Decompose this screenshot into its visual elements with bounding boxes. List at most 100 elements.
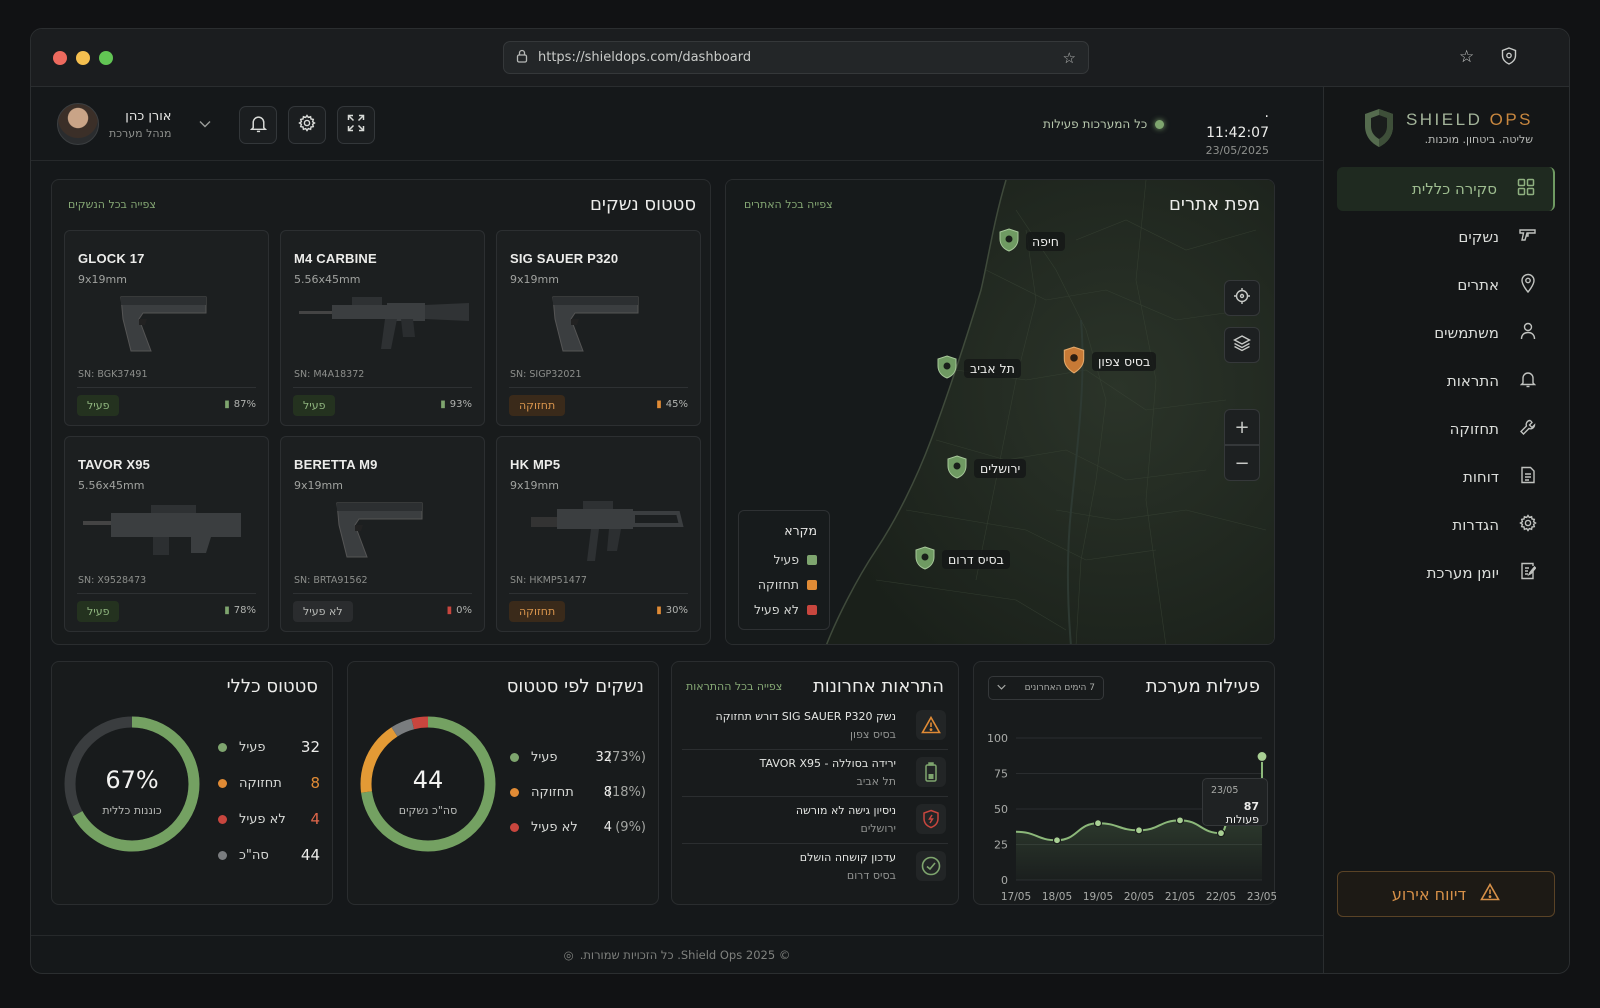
fullscreen-button[interactable] <box>337 106 375 144</box>
status-label: סה"כ <box>239 847 269 863</box>
weapon-caliber: 5.56x45mm <box>294 273 361 286</box>
maximize-window-button[interactable] <box>99 51 113 65</box>
star-icon[interactable]: ☆ <box>1459 47 1474 67</box>
weapon-name: GLOCK 17 <box>78 251 145 266</box>
user-icon <box>1517 322 1539 344</box>
weapon-card[interactable]: HK MP5 9x19mm SN: HKMP51477 תחזוקה ▮ 30% <box>496 436 701 632</box>
weapon-name: M4 CARBINE <box>294 251 377 266</box>
weapon-caliber: 9x19mm <box>510 479 559 492</box>
panel-title: סטטוס כללי <box>226 676 318 697</box>
view-all-sites-link[interactable]: צפייה בכל האתרים <box>744 198 833 211</box>
divider <box>293 593 472 594</box>
view-all-alerts-link[interactable]: צפייה בכל ההתראות <box>686 680 782 693</box>
data-point <box>1093 819 1103 828</box>
sidebar-item-label: דוחות <box>1462 468 1499 486</box>
plus-icon: + <box>1234 416 1250 438</box>
map-site-pin[interactable]: בסיס דרום <box>914 546 1010 573</box>
address-bar[interactable]: https://shieldops.com/dashboard ☆ <box>503 41 1089 74</box>
map-site-pin[interactable]: תל אביב <box>936 355 1021 382</box>
brand-tagline: שליטה. ביטחון. מוכנות. <box>1424 133 1533 146</box>
zoom-out-button[interactable]: − <box>1224 445 1260 481</box>
data-point <box>1052 836 1062 845</box>
check-circle-icon <box>916 851 946 881</box>
date-range-select[interactable]: 7 הימים האחרונים <box>988 676 1104 700</box>
url-text: https://shieldops.com/dashboard <box>538 50 752 65</box>
x-tick-label: 20/05 <box>1124 891 1154 903</box>
status-pct: (9%) <box>615 820 646 835</box>
minimize-window-button[interactable] <box>76 51 90 65</box>
shield-extension-icon[interactable] <box>1501 47 1517 70</box>
warning-icon <box>916 710 946 740</box>
weapon-card[interactable]: GLOCK 17 9x19mm SN: BGK37491 פעיל ▮ 87% <box>64 230 269 426</box>
weapon-card[interactable]: SIG SAUER P320 9x19mm SN: SIGP32021 תחזוקה ▮… <box>496 230 701 426</box>
weapon-serial: SN: BGK37491 <box>78 369 148 380</box>
sidebar-item-reports[interactable]: דוחות <box>1337 455 1555 499</box>
browser-titlebar: https://shieldops.com/dashboard ☆ ☆ <box>31 29 1569 87</box>
alert-text: ניסיון גישה לא מורשה <box>795 804 896 817</box>
clock-date: 23/05/2025 <box>1205 144 1269 157</box>
status-row: 4 לא פעיל <box>218 810 320 828</box>
alert-item[interactable]: נשק SIG SAUER P320 דורש תחזוקה בסיס צפון <box>682 704 948 750</box>
battery-icon: ▮ <box>656 399 662 410</box>
weapon-card[interactable]: BERETTA M9 9x19mm SN: BRTA91562 לא פעיל ▮ 0% <box>280 436 485 632</box>
gear-icon <box>1517 514 1539 536</box>
bookmark-star-icon[interactable]: ☆ <box>1063 49 1076 67</box>
divider <box>77 387 256 388</box>
sidebar-item-label: אתרים <box>1457 276 1499 294</box>
alert-item[interactable]: עדכון קושחה הושלם בסיס דרום <box>682 845 948 891</box>
settings-button[interactable] <box>288 106 326 144</box>
weapons-status-panel: סטטוס נשקים צפייה בכל הנשקים SIG SAUER P… <box>51 179 711 645</box>
y-tick-label: 100 <box>987 732 1008 745</box>
footer-text: © 2025 Shield Ops. כל הזכויות שמורות. <box>579 947 791 962</box>
chevron-down-icon[interactable] <box>199 117 211 131</box>
status-dot <box>510 823 519 832</box>
zoom-in-button[interactable]: + <box>1224 409 1260 445</box>
map-site-pin[interactable]: בסיס צפון <box>1062 346 1157 377</box>
battery-icon: ▮ <box>440 399 446 410</box>
notifications-button[interactable] <box>239 106 277 144</box>
sidebar-item-maintenance[interactable]: תחזוקה <box>1337 407 1555 451</box>
weapon-card[interactable]: M4 CARBINE 5.56x45mm SN: M4A18372 פעיל ▮ 93% <box>280 230 485 426</box>
readiness-percent: 67% <box>105 766 159 794</box>
sidebar-item-label: יומן מערכת <box>1426 564 1499 582</box>
map-site-pin[interactable]: ירושלים <box>946 455 1027 482</box>
weapon-caliber: 9x19mm <box>78 273 127 286</box>
alert-location: ירושלים <box>860 822 896 835</box>
weapon-caliber: 5.56x45mm <box>78 479 145 492</box>
log-icon <box>1517 562 1539 584</box>
legend-item: תחזוקה <box>751 577 817 592</box>
sidebar-item-users[interactable]: משתמשים <box>1337 311 1555 355</box>
location-pin-icon <box>1517 273 1539 297</box>
status-badge: פעיל <box>77 395 120 416</box>
layers-button[interactable] <box>1224 327 1260 363</box>
weapon-caliber: 9x19mm <box>510 273 559 286</box>
alert-item[interactable]: ירידה בסוללה - TAVOR X95 תל אביב <box>682 751 948 797</box>
weapon-card[interactable]: TAVOR X95 5.56x45mm SN: X9528473 פעיל ▮ 78% <box>64 436 269 632</box>
sidebar-item-label: משתמשים <box>1434 324 1499 342</box>
sidebar-item-system-log[interactable]: יומן מערכת <box>1337 551 1555 595</box>
status-dot <box>218 778 227 788</box>
shield-logo-icon <box>1364 109 1393 147</box>
sidebar-item-alerts[interactable]: התראות <box>1337 359 1555 403</box>
view-all-weapons-link[interactable]: צפייה בכל הנשקים <box>68 198 156 211</box>
report-incident-button[interactable]: דיווח אירוע <box>1337 871 1555 917</box>
sidebar-item-sites[interactable]: אתרים <box>1337 263 1555 307</box>
battery-icon: ▮ <box>224 399 230 410</box>
y-tick-label: 50 <box>994 803 1008 816</box>
map-site-pin[interactable]: חיפה <box>998 228 1065 255</box>
user-menu[interactable]: אורן כהן מנהל מערכת <box>57 103 211 145</box>
sidebar-item-overview[interactable]: סקירה כללית <box>1337 167 1555 211</box>
alert-item[interactable]: ניסיון גישה לא מורשה ירושלים <box>682 798 948 844</box>
main-content: אורן כהן מנהל מערכת כל המערכות פעילות · … <box>31 87 1323 973</box>
sidebar-item-weapons[interactable]: נשקים <box>1337 215 1555 259</box>
status-value: 8 <box>310 774 320 792</box>
close-window-button[interactable] <box>53 51 67 65</box>
sidebar-item-settings[interactable]: הגדרות <box>1337 503 1555 547</box>
status-dot <box>218 742 227 752</box>
status-pct: (73%) <box>606 750 646 765</box>
battery-level: ▮ 0% <box>446 605 472 616</box>
status-badge: פעיל <box>77 601 120 622</box>
weapon-name: BERETTA M9 <box>294 457 378 472</box>
brand-logo: SHIELD OPS שליטה. ביטחון. מוכנות. <box>1362 107 1533 149</box>
locate-button[interactable] <box>1224 280 1260 316</box>
